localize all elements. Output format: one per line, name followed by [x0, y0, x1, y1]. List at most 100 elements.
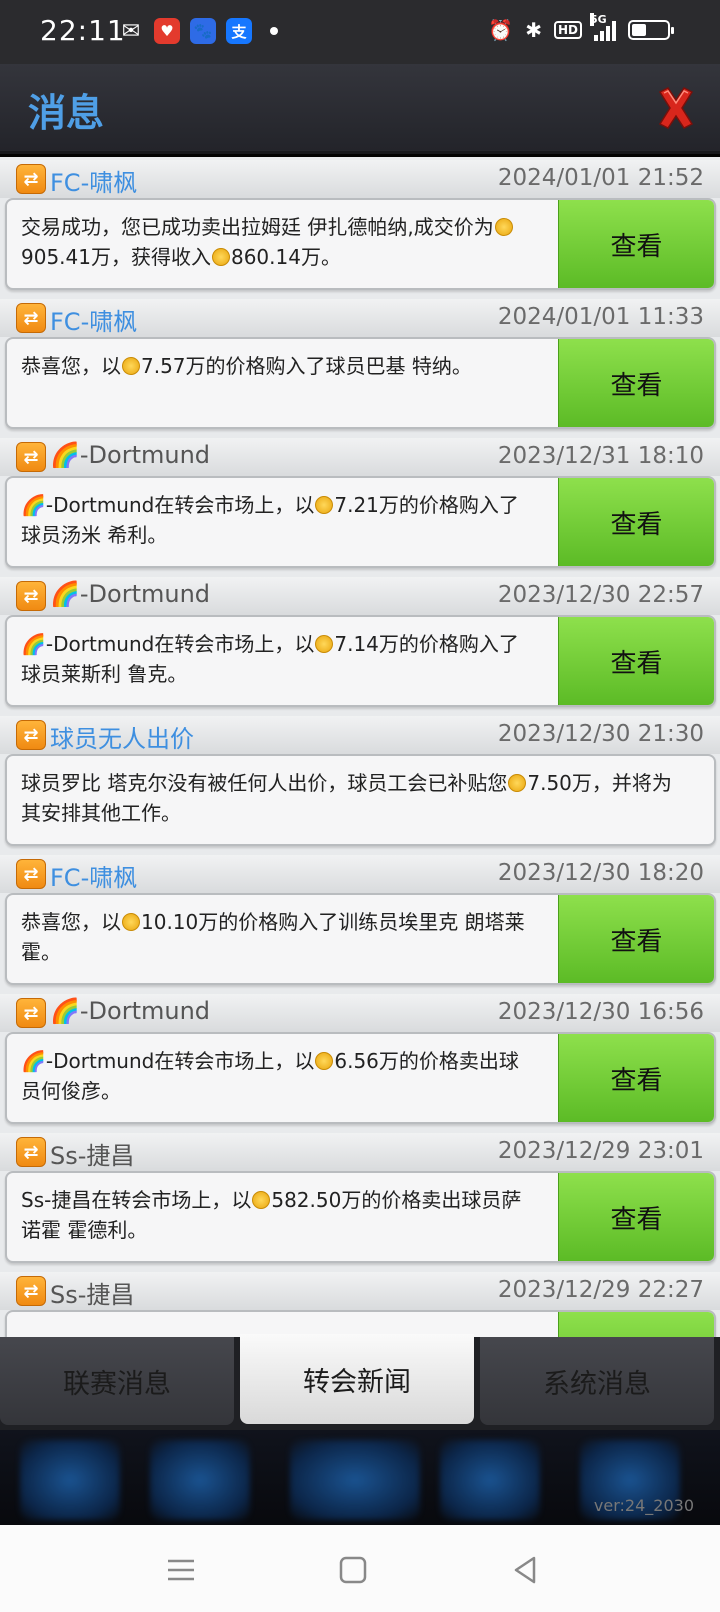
message-body: 查看 — [5, 1310, 716, 1337]
battery-icon — [628, 20, 674, 40]
coin-icon — [508, 774, 527, 792]
message-text: Ss-捷昌在转会市场上，以 582.50万的价格卖出球员萨诺霍 霍德利。 — [21, 1188, 522, 1242]
view-button[interactable]: 查看 — [558, 200, 714, 288]
message-sender: 🌈-Dortmund — [50, 580, 211, 608]
nav-match-icon — [290, 1440, 420, 1520]
message-sender: 球员无人出价 — [50, 725, 194, 753]
message-body: 球员罗比 塔克尔没有被任何人出价，球员工会已补贴您 7.50万，并将为其安排其他工… — [5, 754, 716, 846]
menu-icon[interactable] — [164, 1553, 198, 1587]
tab-system-messages[interactable]: 系统消息 — [480, 1337, 714, 1425]
wechat-icon: ✉ — [121, 18, 141, 44]
message-date: 2024/01/01 11:33 — [497, 304, 704, 330]
coin-icon — [315, 496, 334, 514]
signal-icon: 5G — [590, 13, 616, 41]
close-icon — [658, 87, 694, 129]
message-header: ⇄ 球员无人出价 2023/12/30 21:30 — [0, 716, 720, 754]
message-header: ⇄ Ss-捷昌 2023/12/29 22:27 — [0, 1272, 720, 1310]
home-icon[interactable] — [336, 1553, 370, 1587]
message-text: 恭喜您，以 7.57万的价格购入了球员巴基 特纳。 — [21, 354, 472, 378]
message-body: 🌈-Dortmund在转会市场上，以 6.56万的价格卖出球员何俊彦。 查看 — [5, 1032, 716, 1124]
message-sender: Ss-捷昌 — [50, 1281, 135, 1309]
system-nav-bar — [0, 1525, 720, 1612]
transfer-icon: ⇄ — [16, 1137, 46, 1167]
close-button[interactable] — [654, 84, 698, 132]
message-date: 2023/12/29 22:27 — [497, 1277, 704, 1303]
message-date: 2023/12/30 22:57 — [497, 582, 704, 608]
message-body: 恭喜您，以 10.10万的价格购入了训练员埃里克 朗塔莱霍。 查看 — [5, 893, 716, 985]
message-header: ⇄ 🌈-Dortmund 2023/12/30 22:57 — [0, 577, 720, 615]
view-button[interactable]: 查看 — [558, 339, 714, 427]
message-text: 🌈-Dortmund在转会市场上，以 7.14万的价格购入了球员莱斯利 鲁克。 — [21, 632, 519, 686]
tab-bar: 联赛消息 转会新闻 系统消息 — [0, 1334, 720, 1430]
transfer-icon: ⇄ — [16, 998, 46, 1028]
message-date: 2023/12/30 16:56 — [497, 999, 704, 1025]
hd-icon: HD — [553, 21, 582, 39]
message-sender: FC-啸枫 — [50, 169, 138, 197]
coin-icon — [122, 913, 140, 931]
coin-icon — [211, 248, 230, 266]
status-time: 22:11 — [40, 14, 126, 47]
view-button[interactable]: 查看 — [558, 895, 714, 983]
message-header: ⇄ FC-啸枫 2024/01/01 11:33 — [0, 299, 720, 337]
message-text: 🌈-Dortmund在转会市场上，以 6.56万的价格卖出球员何俊彦。 — [21, 1049, 519, 1103]
nav-club-icon — [440, 1440, 540, 1520]
message-body: 🌈-Dortmund在转会市场上，以 7.14万的价格购入了球员莱斯利 鲁克。 查看 — [5, 615, 716, 707]
transfer-icon: ⇄ — [16, 164, 46, 194]
message-header: ⇄ FC-啸枫 2023/12/30 18:20 — [0, 855, 720, 893]
game-nav-bar-background: ver:24_2030 — [0, 1430, 720, 1525]
tab-transfer-news[interactable]: 转会新闻 — [240, 1334, 474, 1424]
more-notifications-icon — [270, 27, 278, 35]
message-header: ⇄ 🌈-Dortmund 2023/12/30 16:56 — [0, 994, 720, 1032]
message-body: 交易成功，您已成功卖出拉姆廷 伊扎德帕纳,成交价为905.41万，获得收入 860… — [5, 198, 716, 290]
message-item: ⇄ FC-啸枫 2024/01/01 21:52 交易成功，您已成功卖出拉姆廷 伊扎德… — [0, 157, 720, 296]
coin-icon — [122, 357, 140, 375]
message-sender: Ss-捷昌 — [50, 1142, 135, 1170]
coin-icon — [315, 1052, 334, 1070]
message-item: ⇄ Ss-捷昌 2023/12/29 23:01 Ss-捷昌在转会市场上，以 582.5… — [0, 1130, 720, 1269]
view-button[interactable]: 查看 — [558, 617, 714, 705]
page-title: 消息 — [28, 91, 105, 135]
bluetooth-icon: ✱ — [525, 18, 542, 42]
baidu-icon: 🐾 — [190, 18, 216, 44]
message-header: ⇄ 🌈-Dortmund 2023/12/31 18:10 — [0, 438, 720, 476]
message-header: ⇄ Ss-捷昌 2023/12/29 23:01 — [0, 1133, 720, 1171]
weibo-icon: ♥ — [154, 18, 180, 44]
coin-icon — [315, 635, 334, 653]
tab-league-messages[interactable]: 联赛消息 — [0, 1337, 234, 1425]
message-body: Ss-捷昌在转会市场上，以 582.50万的价格卖出球员萨诺霍 霍德利。 查看 — [5, 1171, 716, 1263]
message-sender: 🌈-Dortmund — [50, 997, 211, 1025]
transfer-icon: ⇄ — [16, 1276, 46, 1306]
message-date: 2023/12/29 23:01 — [497, 1138, 704, 1164]
transfer-icon: ⇄ — [16, 859, 46, 889]
message-item: ⇄ 球员无人出价 2023/12/30 21:30 球员罗比 塔克尔没有被任何人出价，… — [0, 713, 720, 852]
view-button[interactable]: 查看 — [558, 1034, 714, 1122]
message-item: ⇄ FC-啸枫 2023/12/30 18:20 恭喜您，以 10.10万的价格购入了训… — [0, 852, 720, 991]
transfer-icon: ⇄ — [16, 581, 46, 611]
message-list[interactable]: ⇄ FC-啸枫 2024/01/01 21:52 交易成功，您已成功卖出拉姆廷 伊扎德… — [0, 157, 720, 1337]
header: 消息 — [0, 64, 720, 154]
view-button[interactable]: 查看 — [558, 478, 714, 566]
message-header: ⇄ FC-啸枫 2024/01/01 21:52 — [0, 160, 720, 198]
transfer-icon: ⇄ — [16, 303, 46, 333]
message-sender: 🌈-Dortmund — [50, 441, 211, 469]
message-text: 🌈-Dortmund在转会市场上，以 7.21万的价格购入了球员汤米 希利。 — [21, 493, 519, 547]
message-text: 交易成功，您已成功卖出拉姆廷 伊扎德帕纳,成交价为905.41万，获得收入 860… — [21, 212, 533, 272]
back-icon[interactable] — [508, 1553, 542, 1587]
message-item: ⇄ 🌈-Dortmund 2023/12/31 18:10 🌈-Dortmund在转会… — [0, 435, 720, 574]
message-sender: FC-啸枫 — [50, 308, 138, 336]
version-label: ver:24_2030 — [593, 1496, 694, 1515]
coin-icon — [252, 1191, 271, 1209]
message-body: 恭喜您，以 7.57万的价格购入了球员巴基 特纳。 查看 — [5, 337, 716, 429]
coin-icon — [494, 218, 513, 236]
status-bar: 22:11 ✉ ♥ 🐾 支 ⏰ ✱ HD 5G — [0, 0, 720, 64]
view-button[interactable]: 查看 — [558, 1312, 714, 1337]
message-item: ⇄Ss-捷昌 2023/12/29 22:27 查看 — [0, 1269, 720, 1337]
message-body: 🌈-Dortmund在转会市场上，以 7.21万的价格购入了球员汤米 希利。 查看 — [5, 476, 716, 568]
notification-icons: ✉ ♥ 🐾 支 — [118, 18, 278, 44]
view-button[interactable]: 查看 — [558, 1173, 714, 1261]
message-date: 2023/12/30 21:30 — [497, 721, 704, 747]
nav-home-icon — [20, 1440, 120, 1520]
message-item: ⇄ 🌈-Dortmund 2023/12/30 16:56 🌈-Dortmund在转会… — [0, 991, 720, 1130]
message-sender: FC-啸枫 — [50, 864, 138, 892]
message-date: 2023/12/31 18:10 — [497, 443, 704, 469]
